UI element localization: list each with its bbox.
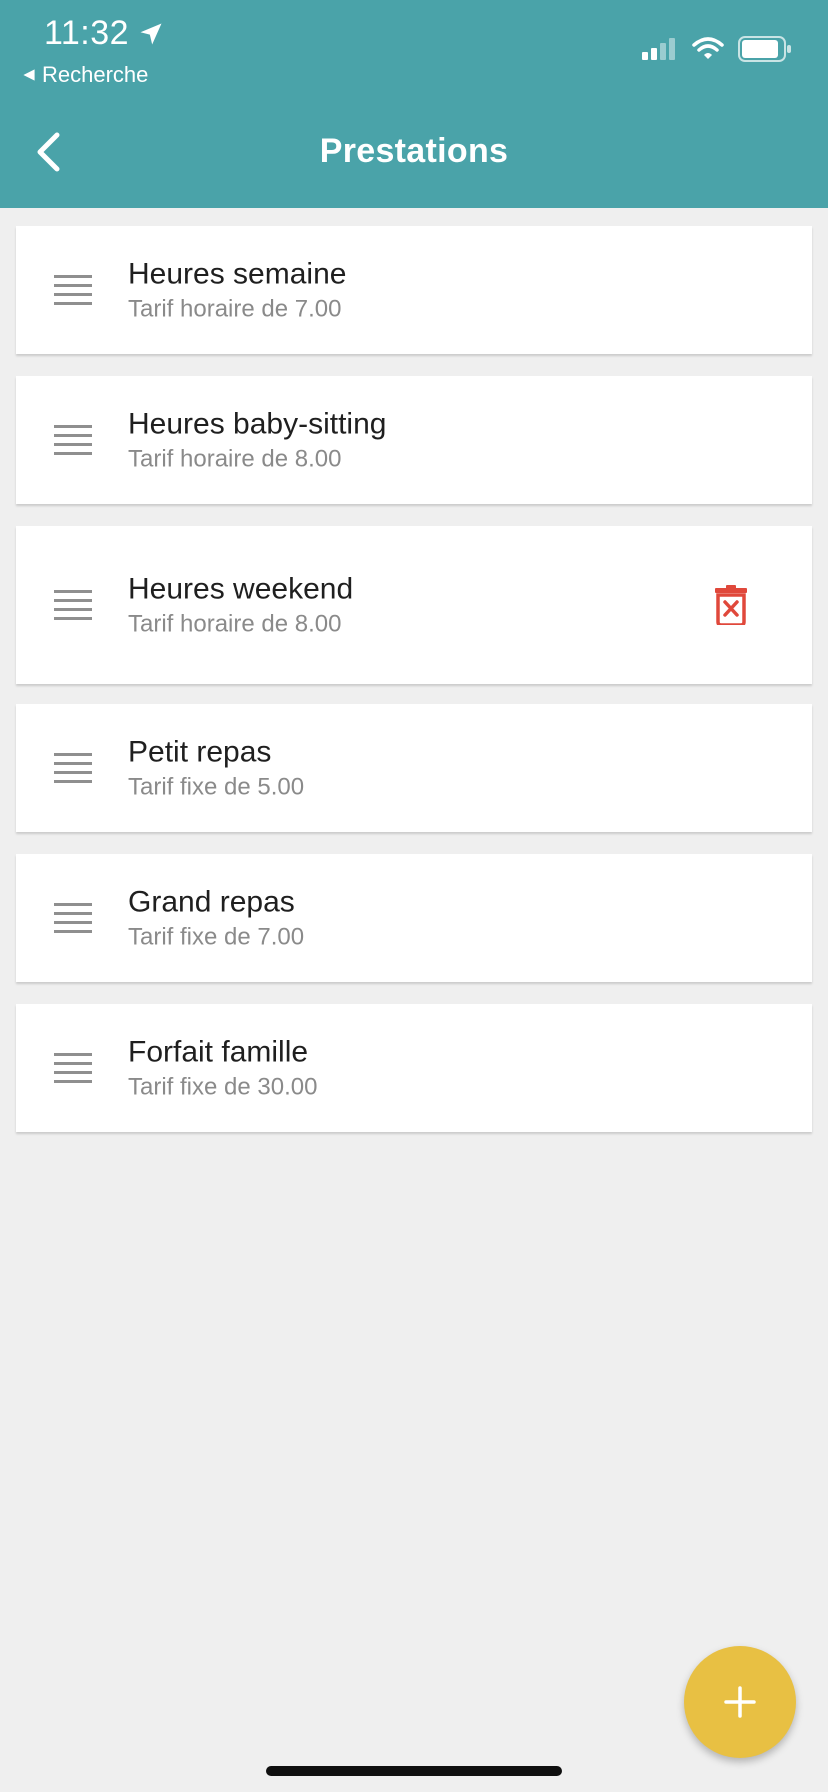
plus-icon — [724, 1686, 756, 1718]
item-subtitle: Tarif horaire de 8.00 — [128, 610, 342, 638]
item-title: Petit repas — [128, 735, 272, 769]
battery-icon — [738, 36, 791, 62]
services-list: Heures semaine Tarif horaire de 7.00 Heu… — [16, 226, 812, 1154]
app-header: 11:32 Recherche Prestations — [0, 0, 828, 208]
item-subtitle: Tarif horaire de 7.00 — [128, 295, 342, 323]
list-item-heures-semaine[interactable]: Heures semaine Tarif horaire de 7.00 — [16, 226, 812, 354]
item-subtitle: Tarif fixe de 5.00 — [128, 773, 305, 801]
drag-handle-icon[interactable] — [54, 903, 92, 933]
page-title: Prestations — [319, 132, 509, 170]
drag-handle-icon[interactable] — [54, 275, 92, 305]
item-title: Heures weekend — [128, 572, 354, 606]
item-title: Grand repas — [128, 885, 295, 919]
item-subtitle: Tarif horaire de 8.00 — [128, 445, 342, 473]
back-to-app-label: Recherche — [42, 62, 149, 87]
signal-icon — [642, 38, 675, 60]
list-item-grand-repas[interactable]: Grand repas Tarif fixe de 7.00 — [16, 854, 812, 982]
back-to-app-link[interactable]: Recherche — [22, 62, 148, 88]
location-arrow-icon — [140, 23, 162, 44]
drag-handle-icon[interactable] — [54, 1053, 92, 1083]
back-triangle-icon — [23, 69, 35, 81]
wifi-icon — [692, 37, 724, 59]
status-time: 11:32 — [44, 14, 165, 53]
item-subtitle: Tarif fixe de 7.00 — [128, 923, 305, 951]
status-time-text: 11:32 — [44, 14, 130, 52]
list-item-petit-repas[interactable]: Petit repas Tarif fixe de 5.00 — [16, 704, 812, 832]
item-title: Forfait famille — [128, 1035, 309, 1069]
drag-handle-icon[interactable] — [54, 425, 92, 455]
add-service-button[interactable] — [684, 1646, 796, 1758]
drag-handle-icon[interactable] — [54, 590, 92, 620]
drag-handle-icon[interactable] — [54, 753, 92, 783]
item-subtitle: Tarif fixe de 30.00 — [128, 1073, 318, 1101]
list-item-heures-baby-sitting[interactable]: Heures baby-sitting Tarif horaire de 8.0… — [16, 376, 812, 504]
delete-icon[interactable] — [714, 585, 748, 625]
status-icons — [642, 36, 792, 62]
home-indicator — [266, 1766, 562, 1776]
item-title: Heures semaine — [128, 257, 347, 291]
item-title: Heures baby-sitting — [128, 407, 387, 441]
list-item-forfait-famille[interactable]: Forfait famille Tarif fixe de 30.00 — [16, 1004, 812, 1132]
list-item-heures-weekend[interactable]: Heures weekend Tarif horaire de 8.00 — [16, 526, 812, 684]
